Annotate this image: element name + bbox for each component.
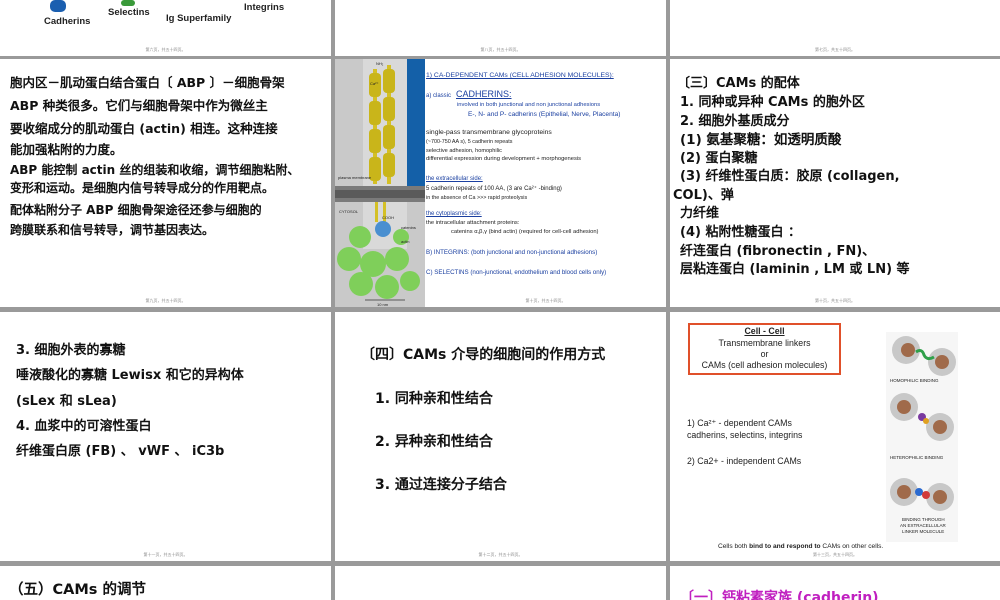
slide-footer: 第九页，共五十四页。 bbox=[145, 298, 186, 303]
cyt-heading: the cytoplasmic side: bbox=[426, 211, 482, 217]
slide-footer: 第十一页，共五十四页。 bbox=[143, 552, 188, 557]
fig-label-ca: Ca²⁺ bbox=[370, 81, 379, 86]
selectins-line: C) SELECTINS (non-junctional, endotheliu… bbox=[426, 269, 607, 276]
slide-cadherin-family[interactable]: 〔一〕钙粘素家族 (cadherin) bbox=[670, 566, 1000, 600]
slide-top-right[interactable]: 第七页，共五十四页。 bbox=[670, 0, 1000, 56]
slide-title: （五）CAMs 的调节 bbox=[9, 582, 146, 598]
box-title: Cell - Cell bbox=[744, 326, 785, 336]
blue-side-bar bbox=[407, 59, 425, 186]
slide-cams-regulation[interactable]: （五）CAMs 的调节 bbox=[0, 566, 331, 600]
label-integrins: Integrins bbox=[244, 2, 285, 13]
slide-oligosaccharides[interactable]: 3. 细胞外表的寡糖 唾液酸化的寡糖 Lewisx 和它的异构体 (sLex 和… bbox=[0, 312, 331, 561]
sp-line-4: differential expression during developme… bbox=[426, 156, 582, 162]
box-line-3: CAMs (cell adhesion molecules) bbox=[701, 360, 828, 370]
slide-footer: 第八页，共五十四页。 bbox=[480, 47, 521, 52]
text-line: 3. 细胞外表的寡糖 bbox=[16, 343, 126, 358]
point-1: 1) Ca²⁺ - dependent CAMs bbox=[687, 418, 792, 428]
cad-line-1: involved in both junctional and non junc… bbox=[457, 102, 601, 108]
heading-ca-dependent: 1) CA-DEPENDENT CAMs (CELL ADHESION MOLE… bbox=[426, 72, 614, 79]
slide-footer: 第十三页，共五十四页。 bbox=[813, 552, 857, 557]
classic-label: a) classic bbox=[426, 93, 452, 99]
slide-interaction-modes[interactable]: 〔四〕CAMs 介导的细胞间的作用方式 1. 同种亲和性结合 2. 异种亲和性结… bbox=[335, 312, 666, 561]
text-line: 1. 同种或异种 CAMs 的胞外区 bbox=[680, 95, 865, 110]
list-item: 3. 通过连接分子结合 bbox=[375, 477, 507, 493]
text-line: 胞内区－肌动蛋白结合蛋白〔 ABP 〕－细胞骨架 bbox=[10, 75, 285, 90]
slide-top-left[interactable]: Cadherins Selectins Ig Superfamily Integ… bbox=[0, 0, 331, 56]
sp-line-2: (~700-750 AA s), 5 cadherin repeats bbox=[426, 139, 513, 145]
sp-line-3: selective adhesion, homophilic bbox=[426, 148, 502, 154]
slide-footer: 第六页，共五十四页。 bbox=[145, 47, 186, 52]
text-line: (1) 氨基聚糖：如透明质酸 bbox=[680, 132, 842, 148]
slide-cadherin-diagram[interactable]: NH₂ plasma membrane CYTOSOL COOH catenin… bbox=[335, 59, 666, 307]
text-line: (2) 蛋白聚糖 bbox=[680, 151, 758, 166]
ext-line-2: in the absence of Ca >>> rapid proteolys… bbox=[426, 195, 528, 201]
box-line-1: Transmembrane linkers bbox=[718, 338, 811, 348]
fig-label-nh2: NH₂ bbox=[376, 61, 384, 66]
text-line: 能加强粘附的力度。 bbox=[10, 142, 123, 157]
ext-heading: the extracellular side: bbox=[426, 176, 483, 182]
integrins-line: B) INTEGRINS: (both junctional and non-j… bbox=[426, 249, 598, 256]
sp-line-1: single-pass transmembrane glycoproteins bbox=[426, 129, 552, 136]
blue-top-bar bbox=[425, 59, 666, 69]
label-selectins: Selectins bbox=[108, 7, 150, 18]
slide-top-middle[interactable]: 第八页，共五十四页。 bbox=[335, 0, 666, 56]
text-line: 配体粘附分子 ABP 细胞骨架途径还参与细胞的 bbox=[10, 203, 262, 217]
slide-title: 〔四〕CAMs 介导的细胞间的作用方式 bbox=[361, 347, 606, 363]
fig-label-cooh: COOH bbox=[382, 215, 394, 220]
bottom-caption: Cells both bind to and respond to CAMs o… bbox=[718, 543, 884, 550]
fig-label-scale: 10 nm bbox=[377, 302, 389, 307]
text-line: ABP 能控制 actin 丝的组装和收缩，调节细胞粘附、 bbox=[10, 163, 300, 177]
binding-figure bbox=[886, 332, 958, 542]
text-line: 4. 血浆中的可溶性蛋白 bbox=[16, 419, 152, 434]
slide-footer: 第七页，共五十四页。 bbox=[815, 47, 855, 52]
cyt-line-1: the intracellular attachment proteins: bbox=[426, 220, 520, 226]
caption-heterophilic: HETEROPHILIC BINDING bbox=[890, 455, 944, 460]
fig-label-actin: actin bbox=[401, 239, 410, 244]
slide-title: 〔一〕钙粘素家族 (cadherin) bbox=[680, 590, 879, 600]
text-line: 纤连蛋白 (fibronectin , FN)、 bbox=[680, 244, 876, 259]
text-line: 纤维蛋白原 (FB) 、 vWF 、 iC3b bbox=[16, 444, 225, 459]
fig-label-cytosol: CYTOSOL bbox=[339, 209, 359, 214]
cad-line-2: E-, N- and P- cadherins (Epithelial, Ner… bbox=[468, 111, 621, 118]
text-line: 力纤维 bbox=[680, 206, 720, 221]
ext-line-1: 5 cadherin repeats of 100 AA, (3 are Ca²… bbox=[426, 186, 562, 192]
slide-abp-cytoskeleton[interactable]: 胞内区－肌动蛋白结合蛋白〔 ABP 〕－细胞骨架 ABP 种类很多。它们与细胞骨… bbox=[0, 59, 331, 307]
text-line: (sLex 和 sLea) bbox=[16, 394, 117, 409]
text-line: 变形和运动。是细胞内信号转导成分的作用靶点。 bbox=[10, 181, 275, 195]
slide-cams-ligands[interactable]: 〔三〕CAMs 的配体 1. 同种或异种 CAMs 的胞外区 2. 细胞外基质成… bbox=[670, 59, 1000, 307]
list-item: 1. 同种亲和性结合 bbox=[375, 391, 493, 407]
text-line: 跨膜联系和信号转导，调节基因表达。 bbox=[10, 223, 215, 237]
text-line: 〔三〕CAMs 的配体 bbox=[677, 76, 800, 91]
fig-label-catenins: catenins bbox=[401, 225, 416, 230]
text-line: (3) 纤维性蛋白质：胶原 (collagen, bbox=[680, 169, 900, 184]
text-line: 唾液酸化的寡糖 Lewisx 和它的异构体 bbox=[16, 368, 244, 383]
fig-label-plasma-membrane: plasma membrane bbox=[338, 175, 372, 180]
slide-footer: 第十二页，共五十四页。 bbox=[478, 552, 523, 557]
text-line: (4) 粘附性糖蛋白 ： bbox=[680, 225, 801, 240]
point-2: 2) Ca2+ - independent CAMs bbox=[687, 456, 802, 466]
text-line: 2. 细胞外基质成分 bbox=[680, 114, 790, 129]
caption-linker-1: BINDING THROUGH bbox=[902, 517, 945, 522]
point-1b: cadherins, selectins, integrins bbox=[687, 430, 803, 440]
cadherins-heading: CADHERINS: bbox=[456, 89, 512, 99]
slide-footer: 第十页，共五十四页。 bbox=[525, 298, 566, 303]
box-line-2: or bbox=[760, 349, 769, 359]
label-cadherins: Cadherins bbox=[44, 16, 91, 27]
text-line: ABP 种类很多。它们与细胞骨架中作为微丝主 bbox=[10, 98, 268, 113]
text-line: 要收缩成分的肌动蛋白 (actin) 相连。这种连接 bbox=[10, 121, 278, 136]
cyt-line-2: catenins α,β,γ (bind actin) (required fo… bbox=[451, 229, 599, 235]
slide-footer: 第十页，共五十四页。 bbox=[815, 298, 855, 303]
label-ig-superfamily: Ig Superfamily bbox=[166, 13, 232, 24]
caption-linker-2: AN EXTRACELLULAR bbox=[900, 523, 946, 528]
text-line: 层粘连蛋白 (laminin , LM 或 LN) 等 bbox=[680, 262, 910, 277]
caption-homophilic: HOMOPHILIC BINDING bbox=[890, 378, 939, 383]
caption-linker-3: LINKER MOLECULE bbox=[902, 529, 945, 534]
slide-bottom-middle[interactable] bbox=[335, 566, 666, 600]
list-item: 2. 异种亲和性结合 bbox=[375, 434, 493, 450]
text-line: COL)、弹 bbox=[673, 188, 734, 203]
slide-cell-cell[interactable]: Cell - Cell Transmembrane linkers or CAM… bbox=[670, 312, 1000, 561]
